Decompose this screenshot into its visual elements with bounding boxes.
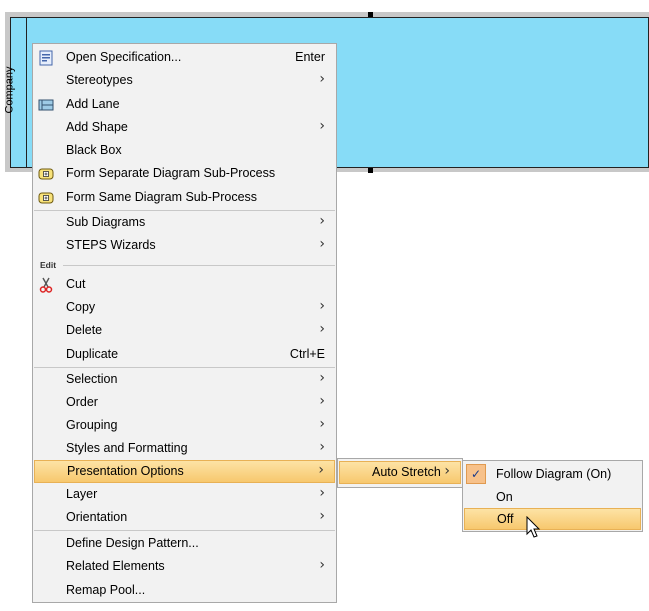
submenu-presentation-options: Auto Stretch › bbox=[337, 458, 463, 488]
menu-item-stereotypes[interactable]: Stereotypes › bbox=[34, 69, 335, 92]
chevron-right-icon: › bbox=[319, 71, 325, 87]
menu-item-on[interactable]: On bbox=[464, 486, 641, 508]
chevron-right-icon: › bbox=[319, 236, 325, 252]
menu-item-copy[interactable]: Copy › bbox=[34, 296, 335, 319]
menu-item-steps-wizards[interactable]: STEPS Wizards › bbox=[34, 234, 335, 257]
chevron-right-icon: › bbox=[319, 393, 325, 409]
lane-icon bbox=[38, 99, 54, 111]
menu-item-form-same-subprocess[interactable]: Form Same Diagram Sub-Process bbox=[34, 186, 335, 209]
menu-item-auto-stretch[interactable]: Auto Stretch › bbox=[339, 461, 461, 484]
chevron-right-icon: › bbox=[444, 463, 450, 479]
menu-group-title-edit: Edit bbox=[40, 260, 57, 270]
chevron-right-icon: › bbox=[319, 370, 325, 386]
menu-item-form-separate-subprocess[interactable]: Form Separate Diagram Sub-Process bbox=[34, 162, 335, 185]
chevron-right-icon: › bbox=[319, 508, 325, 524]
specification-icon bbox=[39, 50, 53, 66]
subprocess-icon bbox=[38, 168, 54, 180]
chevron-right-icon: › bbox=[319, 298, 325, 314]
chevron-right-icon: › bbox=[319, 118, 325, 134]
menu-item-duplicate[interactable]: Duplicate Ctrl+E bbox=[34, 343, 335, 366]
menu-item-orientation[interactable]: Orientation › bbox=[34, 506, 335, 529]
menu-item-presentation-options[interactable]: Presentation Options › bbox=[34, 460, 335, 483]
menu-item-sub-diagrams[interactable]: Sub Diagrams › bbox=[34, 211, 335, 234]
menu-item-cut[interactable]: Cut bbox=[34, 273, 335, 296]
mouse-cursor-icon bbox=[526, 516, 541, 538]
chevron-right-icon: › bbox=[319, 557, 325, 573]
resize-handle-bottom[interactable] bbox=[368, 168, 373, 173]
resize-handle-top[interactable] bbox=[368, 12, 373, 17]
context-menu: Open Specification... Enter Stereotypes … bbox=[32, 43, 337, 603]
checkmark-icon: ✓ bbox=[466, 464, 486, 484]
chevron-right-icon: › bbox=[319, 439, 325, 455]
menu-item-follow-diagram[interactable]: ✓ Follow Diagram (On) bbox=[464, 463, 641, 485]
menu-separator bbox=[63, 265, 335, 266]
subprocess-icon bbox=[38, 192, 54, 204]
submenu-auto-stretch: ✓ Follow Diagram (On) On Off bbox=[462, 460, 643, 532]
chevron-right-icon: › bbox=[319, 416, 325, 432]
menu-item-add-lane[interactable]: Add Lane bbox=[34, 93, 335, 116]
menu-item-order[interactable]: Order › bbox=[34, 391, 335, 414]
menu-item-remap-pool[interactable]: Remap Pool... bbox=[34, 579, 335, 602]
chevron-right-icon: › bbox=[319, 321, 325, 337]
chevron-right-icon: › bbox=[318, 462, 324, 478]
menu-item-delete[interactable]: Delete › bbox=[34, 319, 335, 342]
chevron-right-icon: › bbox=[319, 485, 325, 501]
menu-separator bbox=[34, 530, 335, 531]
menu-item-styles-formatting[interactable]: Styles and Formatting › bbox=[34, 437, 335, 460]
menu-item-define-design-pattern[interactable]: Define Design Pattern... bbox=[34, 532, 335, 555]
scissors-icon bbox=[39, 277, 53, 293]
menu-item-layer[interactable]: Layer › bbox=[34, 483, 335, 506]
menu-item-related-elements[interactable]: Related Elements › bbox=[34, 555, 335, 578]
menu-item-off[interactable]: Off bbox=[464, 508, 641, 530]
pool-label: Company bbox=[3, 66, 16, 114]
menu-item-grouping[interactable]: Grouping › bbox=[34, 414, 335, 437]
menu-item-add-shape[interactable]: Add Shape › bbox=[34, 116, 335, 139]
menu-item-selection[interactable]: Selection › bbox=[34, 368, 335, 391]
menu-item-black-box[interactable]: Black Box bbox=[34, 139, 335, 162]
chevron-right-icon: › bbox=[319, 213, 325, 229]
menu-item-open-specification[interactable]: Open Specification... Enter bbox=[34, 46, 335, 69]
